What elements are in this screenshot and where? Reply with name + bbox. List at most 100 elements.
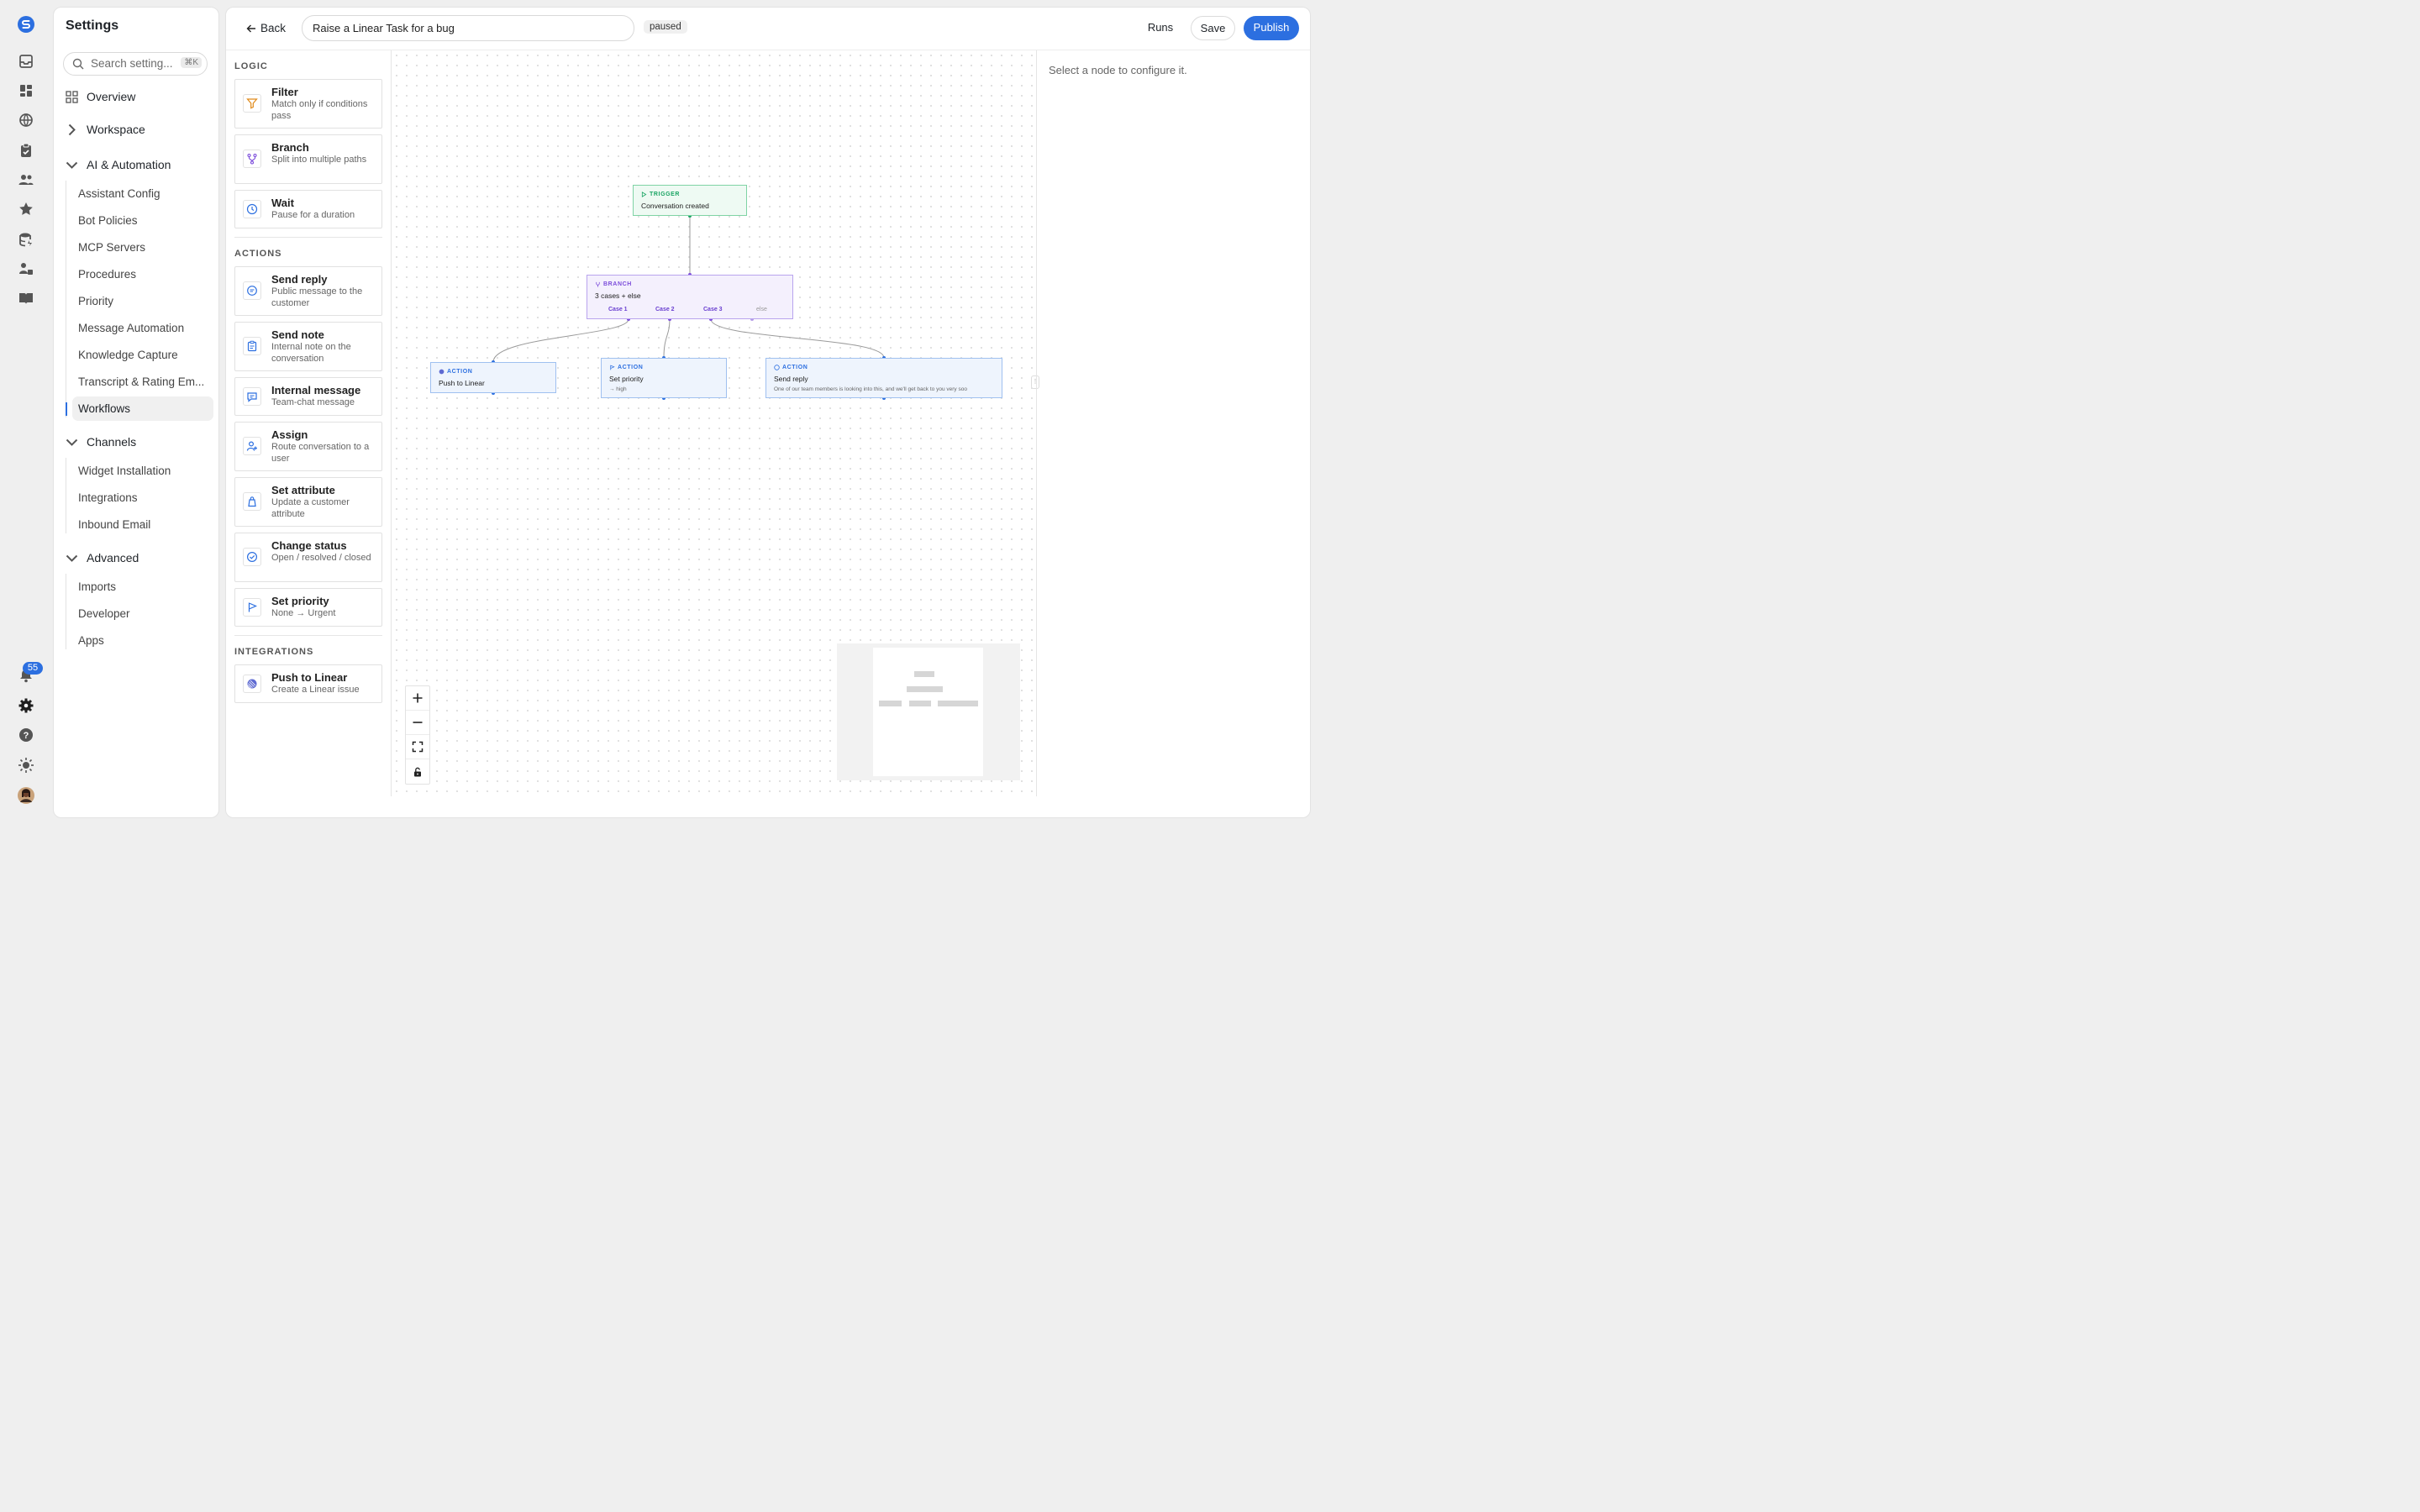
- clock-icon: [243, 200, 261, 218]
- app-rail: 55 ?: [0, 0, 52, 823]
- palette-item-wait[interactable]: Wait Pause for a duration: [234, 190, 382, 228]
- nav-overview[interactable]: Overview: [66, 90, 135, 103]
- branch-case-label: Case 3: [703, 307, 723, 312]
- minimap-node: [909, 701, 931, 706]
- publish-button[interactable]: Publish: [1244, 16, 1299, 40]
- search-shortcut: ⌘K: [181, 57, 202, 68]
- dashboard-icon[interactable]: [15, 80, 37, 102]
- star-icon[interactable]: [15, 198, 37, 220]
- avatar[interactable]: [15, 785, 37, 806]
- nav-item-integrations[interactable]: Integrations: [78, 491, 138, 504]
- palette-item-send-reply[interactable]: Send reply Public message to the custome…: [234, 266, 382, 316]
- nav-ai-automation[interactable]: AI & Automation: [66, 158, 171, 171]
- palette-item-set-priority[interactable]: Set priority None → Urgent: [234, 588, 382, 627]
- edge-case2-priority: [663, 318, 671, 359]
- message-icon: [243, 387, 261, 406]
- book-icon[interactable]: [15, 287, 37, 309]
- fit-view-button[interactable]: [406, 735, 429, 759]
- nav-item-widget-installation[interactable]: Widget Installation: [78, 465, 171, 477]
- filter-icon: [243, 94, 261, 113]
- action-node-subtitle: → high: [609, 386, 627, 392]
- minimap-node: [879, 701, 902, 706]
- nav-item-bot-policies[interactable]: Bot Policies: [78, 214, 138, 227]
- save-button[interactable]: Save: [1191, 16, 1235, 40]
- zoom-out-button[interactable]: [406, 711, 429, 735]
- nav-advanced[interactable]: Advanced: [66, 551, 139, 564]
- notification-count-badge: 55: [23, 662, 43, 675]
- clipboard-icon[interactable]: [15, 139, 37, 161]
- palette-item-desc: None → Urgent: [271, 608, 336, 618]
- action-node-set-priority[interactable]: ACTION Set priority → high: [601, 358, 727, 398]
- canvas-controls: [405, 685, 430, 785]
- workflow-name-input[interactable]: [302, 15, 634, 41]
- note-icon: [243, 337, 261, 355]
- palette-item-title: Send reply: [271, 273, 328, 286]
- nav-item-inbound-email[interactable]: Inbound Email: [78, 518, 150, 531]
- workflow-canvas[interactable]: TRIGGER Conversation created BRANCH 3 ca…: [392, 50, 1035, 796]
- nav-item-message-automation[interactable]: Message Automation: [78, 322, 184, 334]
- palette-item-desc: Split into multiple paths: [271, 155, 367, 165]
- plus-icon: [413, 693, 423, 703]
- palette-item-send-note[interactable]: Send note Internal note on the conversat…: [234, 322, 382, 371]
- palette-item-filter[interactable]: Filter Match only if conditions pass: [234, 79, 382, 129]
- workflow-editor: Back paused Runs Save Publish LOGIC Filt…: [225, 7, 1311, 818]
- nav-item-imports[interactable]: Imports: [78, 580, 116, 593]
- nav-channels-label: Channels: [87, 435, 137, 449]
- runs-button[interactable]: Runs: [1139, 16, 1181, 40]
- trigger-node[interactable]: TRIGGER Conversation created: [633, 185, 747, 216]
- nav-item-assistant-config[interactable]: Assistant Config: [78, 187, 160, 200]
- team-icon[interactable]: [15, 258, 37, 280]
- palette-item-desc: Create a Linear issue: [271, 685, 360, 695]
- nav-item-knowledge-capture[interactable]: Knowledge Capture: [78, 349, 178, 361]
- theme-icon[interactable]: [15, 754, 37, 776]
- palette-item-change-status[interactable]: Change status Open / resolved / closed: [234, 533, 382, 582]
- nav-channels[interactable]: Channels: [66, 435, 136, 449]
- palette-item-set-attribute[interactable]: Set attribute Update a customer attribut…: [234, 477, 382, 527]
- settings-panel: Settings ⌘K Overview Workspace AI & Auto…: [53, 7, 219, 818]
- inbox-icon[interactable]: [15, 50, 37, 72]
- palette-item-push-to-linear[interactable]: Push to Linear Create a Linear issue: [234, 664, 382, 703]
- search-input[interactable]: [89, 56, 183, 71]
- palette-item-desc: Open / resolved / closed: [271, 553, 371, 563]
- action-kind-label: ACTION: [447, 369, 473, 375]
- check-circle-icon: [243, 548, 261, 566]
- users-icon[interactable]: [15, 169, 37, 191]
- arrow-left-icon: [246, 24, 255, 32]
- branch-kind-label: BRANCH: [603, 281, 632, 287]
- settings-search[interactable]: ⌘K: [63, 52, 208, 76]
- nav-item-transcript-rating[interactable]: Transcript & Rating Em...: [78, 375, 204, 388]
- action-node-subtitle: One of our team members is looking into …: [774, 386, 967, 392]
- back-button[interactable]: Back: [246, 22, 286, 34]
- palette-item-assign[interactable]: Assign Route conversation to a user: [234, 422, 382, 471]
- canvas-minimap[interactable]: [837, 643, 1020, 780]
- action-node-send-reply[interactable]: ACTION Send reply One of our team member…: [765, 358, 1002, 398]
- action-node-kind: ACTION: [609, 365, 643, 370]
- nav-workspace[interactable]: Workspace: [66, 123, 145, 136]
- nav-item-priority[interactable]: Priority: [78, 295, 113, 307]
- chevron-down-icon: [66, 438, 78, 446]
- gear-icon[interactable]: [15, 695, 37, 717]
- zoom-in-button[interactable]: [406, 686, 429, 711]
- palette-heading-actions: ACTIONS: [234, 249, 282, 259]
- action-node-push-to-linear[interactable]: ACTION Push to Linear: [430, 362, 556, 393]
- palette-heading-logic: LOGIC: [234, 61, 268, 71]
- app-logo-icon[interactable]: [15, 13, 37, 35]
- database-icon[interactable]: [15, 228, 37, 250]
- status-badge: paused: [644, 20, 687, 34]
- linear-icon: [243, 675, 261, 693]
- grid-icon: [66, 90, 78, 103]
- branch-node[interactable]: BRANCH 3 cases + else Case 1 Case 2 Case…: [587, 275, 793, 319]
- lock-button[interactable]: [406, 759, 429, 784]
- palette-item-branch[interactable]: Branch Split into multiple paths: [234, 134, 382, 184]
- assign-icon: [243, 437, 261, 455]
- palette-item-internal-message[interactable]: Internal message Team-chat message: [234, 377, 382, 416]
- globe-icon[interactable]: [15, 109, 37, 131]
- branch-icon: [243, 150, 261, 168]
- nav-item-mcp-servers[interactable]: MCP Servers: [78, 241, 145, 254]
- help-icon[interactable]: ?: [15, 724, 37, 746]
- nav-item-apps[interactable]: Apps: [78, 634, 104, 647]
- nav-item-workflows[interactable]: Workflows: [78, 402, 130, 415]
- nav-item-procedures[interactable]: Procedures: [78, 268, 136, 281]
- active-item-indicator: [66, 402, 67, 416]
- nav-item-developer[interactable]: Developer: [78, 607, 130, 620]
